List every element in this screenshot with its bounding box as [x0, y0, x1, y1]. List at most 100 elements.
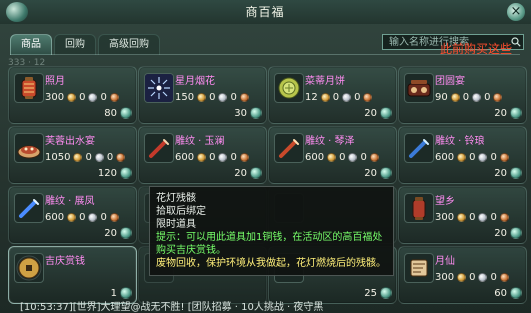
token-icon — [250, 107, 262, 119]
chat-line: [10:53:37][世界]大理望@战无不胜! [团队招募 · 10人挑战 · … — [20, 302, 324, 312]
price-silver: 0 — [332, 91, 340, 103]
copper-coin-icon — [363, 92, 373, 102]
silver-coin-icon — [478, 152, 488, 162]
item-name: 菜蒂月饼 — [305, 76, 345, 87]
lantern-icon — [404, 193, 434, 223]
gold-coin-icon — [197, 152, 207, 162]
silver-coin-icon — [88, 92, 98, 102]
stock-row: 20 — [494, 227, 522, 239]
copper-coin-icon — [493, 92, 503, 102]
price-silver: 0 — [469, 271, 476, 283]
price-silver: 0 — [79, 91, 86, 103]
price-gold: 90 — [435, 91, 448, 103]
item-card[interactable]: 月仙 300 0 0 60 — [398, 246, 527, 304]
tooltip-bind: 拾取后绑定 — [156, 206, 206, 217]
window-logo-icon — [6, 2, 28, 22]
price-gold: 12 — [305, 91, 318, 103]
tab-buyback[interactable]: 回购 — [54, 34, 96, 55]
price-copper: 0 — [490, 211, 497, 223]
gold-coin-icon — [457, 152, 467, 162]
price-silver: 0 — [209, 91, 216, 103]
item-card-selected[interactable]: 吉庆赏钱 1 — [8, 246, 137, 304]
price-silver: 0 — [469, 151, 476, 163]
gold-coin-icon — [457, 212, 467, 222]
price-copper: 0 — [484, 91, 491, 103]
gold-coin-icon — [73, 152, 83, 162]
token-icon — [120, 107, 132, 119]
price-gold: 300 — [45, 91, 65, 103]
item-card[interactable]: 团圆宴 90 0 0 20 — [398, 66, 527, 124]
stock-row: 20 — [494, 107, 522, 119]
stock-row: 20 — [104, 227, 132, 239]
price-row: 300 0 0 — [435, 211, 523, 223]
item-card[interactable]: 雕纹 · 玉澜 600 0 0 20 — [138, 126, 267, 184]
item-card[interactable]: 星月烟花 150 0 0 30 — [138, 66, 267, 124]
item-card[interactable]: 雕纹 · 铃琅 600 0 0 20 — [398, 126, 527, 184]
token-icon — [510, 107, 522, 119]
silver-coin-icon — [348, 152, 358, 162]
price-gold: 600 — [305, 151, 325, 163]
stock-count: 120 — [97, 167, 117, 179]
item-name: 照月 — [45, 76, 65, 87]
item-card[interactable]: 雕纹 · 琴泽 600 0 0 20 — [268, 126, 397, 184]
stock-row: 80 — [104, 107, 132, 119]
item-name: 吉庆赏钱 — [45, 256, 85, 267]
title-bar[interactable]: 商百福 × — [0, 0, 531, 24]
stock-row: 120 — [98, 167, 132, 179]
scroll-icon — [404, 253, 434, 283]
tab-advanced-buyback[interactable]: 高级回购 — [98, 34, 160, 55]
silver-coin-icon — [342, 92, 352, 102]
stock-count: 25 — [364, 287, 377, 299]
item-card[interactable]: 芙蓉出水宴 1050 0 0 120 — [8, 126, 137, 184]
stock-count: 20 — [494, 167, 507, 179]
tooltip-title: 花灯残骸 — [156, 193, 196, 204]
item-name: 雕纹 · 琴泽 — [305, 136, 355, 147]
gold-coin-icon — [67, 212, 77, 222]
stock-row: 20 — [234, 167, 262, 179]
copper-coin-icon — [369, 152, 379, 162]
token-icon — [510, 287, 522, 299]
stock-row: 20 — [364, 167, 392, 179]
stock-count: 80 — [104, 107, 117, 119]
item-card[interactable]: 雕纹 · 展凤 600 0 0 20 — [8, 186, 137, 244]
notice-marquee: 此前购买这些 — [440, 42, 513, 54]
stock-row: 20 — [364, 107, 392, 119]
tab-goods[interactable]: 商品 — [10, 34, 52, 55]
gold-coin-icon — [457, 272, 467, 282]
tabs-divider — [10, 54, 520, 55]
price-silver: 0 — [469, 211, 476, 223]
copper-coin-icon — [109, 92, 119, 102]
close-icon[interactable]: × — [507, 3, 525, 21]
copper-coin-icon — [499, 272, 509, 282]
stock-count: 1 — [110, 287, 117, 299]
item-tooltip: 花灯残骸 拾取后绑定 限时道具 提示：可以用此道具加1铜钱，在活动区的高百福处购… — [149, 186, 394, 276]
price-row: 300 0 0 — [435, 271, 523, 283]
price-gold: 600 — [435, 151, 455, 163]
stock-count: 20 — [234, 167, 247, 179]
tabs: 商品 回购 高级回购 — [10, 34, 160, 55]
price-copper: 0 — [230, 151, 237, 163]
price-silver: 0 — [79, 211, 86, 223]
item-card[interactable]: 望乡 300 0 0 20 — [398, 186, 527, 244]
stock-count: 60 — [494, 287, 507, 299]
price-gold: 1050 — [45, 151, 71, 163]
stock-count: 20 — [364, 107, 377, 119]
price-row: 600 0 0 — [45, 211, 133, 223]
price-row: 1050 0 0 — [45, 151, 133, 163]
tooltip-limited: 限时道具 — [156, 219, 196, 230]
price-row: 300 0 0 — [45, 91, 133, 103]
carved-weapon-icon — [14, 193, 44, 223]
stock-count: 20 — [494, 107, 507, 119]
gold-coin-icon — [197, 92, 207, 102]
carved-weapon-icon — [404, 133, 434, 163]
token-icon — [380, 107, 392, 119]
price-copper: 0 — [106, 151, 114, 163]
item-card[interactable]: 菜蒂月饼 12 0 0 20 — [268, 66, 397, 124]
stock-row: 20 — [494, 167, 522, 179]
token-icon — [120, 227, 132, 239]
price-copper: 0 — [354, 91, 361, 103]
stock-count: 20 — [364, 167, 377, 179]
item-card[interactable]: 照月 300 0 0 80 — [8, 66, 137, 124]
token-icon — [250, 167, 262, 179]
carved-weapon-icon — [144, 133, 174, 163]
